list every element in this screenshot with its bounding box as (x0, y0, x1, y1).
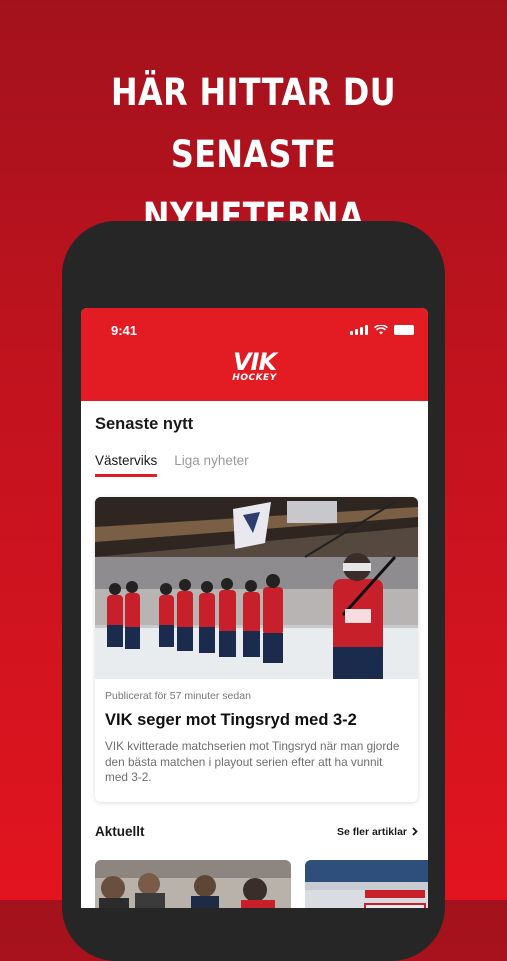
logo-text-vik: VIK (232, 348, 277, 376)
section-title: Senaste nytt (95, 415, 194, 433)
app-header: 9:41 VIK HOCKEY (81, 308, 428, 401)
vik-hockey-logo: VIK HOCKEY (81, 348, 428, 383)
tab-liga-nyheter[interactable]: Liga nyheter (174, 453, 248, 477)
aktuellt-article-thumbnail-1[interactable] (95, 860, 291, 908)
see-more-label: Se fler artiklar (336, 825, 407, 838)
news-tabs: Västerviks Liga nyheter (95, 453, 249, 477)
phone-screen: 9:41 VIK HOCKEY Senaste nytt Västerviks … (81, 308, 428, 908)
news-content: Senaste nytt Västerviks Liga nyheter Pub… (81, 401, 428, 908)
article-publish-time: Publicerat för 57 minuter sedan (105, 690, 251, 702)
see-more-articles-link[interactable]: Se fler artiklar (337, 826, 418, 838)
article-title[interactable]: VIK seger mot Tingsryd med 3-2 (105, 711, 357, 730)
status-time: 9:41 (111, 323, 138, 338)
chevron-right-icon (412, 827, 418, 836)
aktuellt-article-thumbnail-2[interactable] (305, 860, 428, 908)
article-photo (95, 497, 418, 679)
wifi-icon (374, 325, 388, 335)
promo-line-1: HÄR HITTAR DU SENASTE (110, 71, 397, 176)
status-icons (350, 325, 414, 335)
cellular-signal-icon (350, 325, 368, 335)
aktuellt-title: Aktuellt (95, 824, 145, 839)
aktuellt-header: Aktuellt Se fler artiklar (95, 824, 418, 839)
article-summary: VIK kvitterade matchserien mot Tingsryd … (105, 739, 400, 784)
featured-article-card[interactable]: Publicerat för 57 minuter sedan VIK sege… (95, 497, 418, 802)
tab-vasterviks[interactable]: Västerviks (95, 453, 158, 477)
logo-text-hockey: HOCKEY (232, 373, 277, 383)
battery-icon (394, 325, 414, 335)
